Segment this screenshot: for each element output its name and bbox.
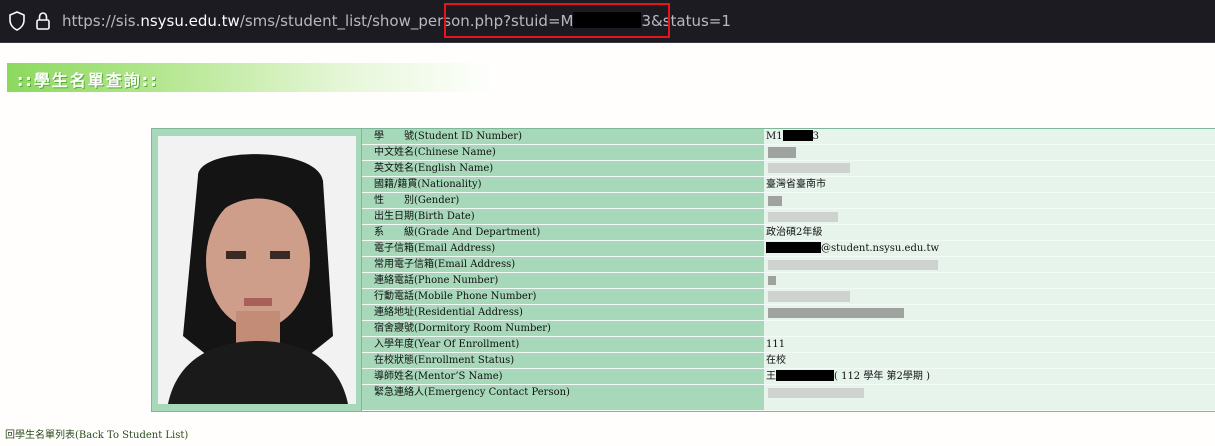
- field-value: [764, 193, 1215, 208]
- field-row: 常用電子信箱(Email Address): [362, 257, 1215, 273]
- field-value: [764, 273, 1215, 288]
- field-value: @student.nsysu.edu.tw: [764, 241, 1215, 256]
- redaction-block: [776, 370, 834, 381]
- field-row: 導師姓名(Mentor’S Name) 王( 112 學年 第2學期 ): [362, 369, 1215, 385]
- field-label: 出生日期(Birth Date): [362, 209, 764, 224]
- blurred-value: [768, 212, 838, 222]
- field-value: [764, 385, 1215, 410]
- field-row: 國籍/籍貫(Nationality) 臺灣省臺南市: [362, 177, 1215, 193]
- field-row: 緊急連絡人(Emergency Contact Person): [362, 385, 1215, 411]
- field-value: [764, 209, 1215, 224]
- redaction-block: [766, 242, 821, 253]
- field-row: 性 別(Gender): [362, 193, 1215, 209]
- lock-icon[interactable]: [35, 11, 51, 31]
- field-value: 臺灣省臺南市: [764, 177, 1215, 192]
- field-value: 王( 112 學年 第2學期 ): [764, 369, 1215, 384]
- field-value: [764, 321, 1215, 336]
- field-label: 電子信箱(Email Address): [362, 241, 764, 256]
- field-value: [764, 145, 1215, 160]
- field-value: [764, 257, 1215, 272]
- page-header-banner: ::學生名單查詢::: [7, 63, 497, 92]
- field-label: 性 別(Gender): [362, 193, 764, 208]
- field-label: 連絡電話(Phone Number): [362, 273, 764, 288]
- field-row: 入學年度(Year Of Enrollment) 111: [362, 337, 1215, 353]
- field-label: 緊急連絡人(Emergency Contact Person): [362, 385, 764, 410]
- field-label: 系 級(Grade And Department): [362, 225, 764, 240]
- field-row: 連絡電話(Phone Number): [362, 273, 1215, 289]
- field-row: 行動電話(Mobile Phone Number): [362, 289, 1215, 305]
- field-label: 導師姓名(Mentor’S Name): [362, 369, 764, 384]
- blurred-value: [768, 388, 864, 398]
- field-row: 連絡地址(Residential Address): [362, 305, 1215, 321]
- field-label: 學 號(Student ID Number): [362, 129, 764, 144]
- field-row: 系 級(Grade And Department) 政治碩2年級: [362, 225, 1215, 241]
- blurred-value: [768, 308, 904, 318]
- blurred-value: [768, 196, 782, 206]
- back-to-student-list-link[interactable]: 回學生名單列表(Back To Student List): [5, 426, 188, 441]
- field-row: 出生日期(Birth Date): [362, 209, 1215, 225]
- highlight-box: [444, 3, 670, 38]
- field-value: [764, 289, 1215, 304]
- blurred-value: [768, 291, 850, 302]
- page-title: ::學生名單查詢::: [17, 71, 159, 90]
- field-value: 在校: [764, 353, 1215, 368]
- field-label: 入學年度(Year Of Enrollment): [362, 337, 764, 352]
- shield-icon[interactable]: [8, 11, 26, 31]
- redaction-block: [782, 130, 813, 141]
- field-row: 中文姓名(Chinese Name): [362, 145, 1215, 161]
- field-label: 英文姓名(English Name): [362, 161, 764, 176]
- blurred-value: [768, 260, 938, 270]
- field-label: 中文姓名(Chinese Name): [362, 145, 764, 160]
- field-value: M1 3: [764, 129, 1215, 144]
- field-label: 連絡地址(Residential Address): [362, 305, 764, 320]
- field-row: 電子信箱(Email Address) @student.nsysu.edu.t…: [362, 241, 1215, 257]
- field-label: 在校狀態(Enrollment Status): [362, 353, 764, 368]
- field-value: 111: [764, 337, 1215, 352]
- blurred-value: [768, 163, 850, 173]
- browser-address-bar[interactable]: https://sis.nsysu.edu.tw/sms/student_lis…: [0, 0, 1215, 43]
- field-value: 政治碩2年級: [764, 225, 1215, 240]
- field-value: [764, 305, 1215, 320]
- field-row: 宿舍寢號(Dormitory Room Number): [362, 321, 1215, 337]
- field-label: 宿舍寢號(Dormitory Room Number): [362, 321, 764, 336]
- field-row: 英文姓名(English Name): [362, 161, 1215, 177]
- field-value: [764, 161, 1215, 176]
- field-label: 行動電話(Mobile Phone Number): [362, 289, 764, 304]
- field-row: 學 號(Student ID Number) M1 3: [362, 129, 1215, 145]
- blurred-value: [768, 276, 776, 285]
- field-label: 常用電子信箱(Email Address): [362, 257, 764, 272]
- student-profile-table: 學 號(Student ID Number) M1 3 中文姓名(Chinese …: [151, 128, 1215, 412]
- student-photo: [158, 136, 356, 404]
- field-label: 國籍/籍貫(Nationality): [362, 177, 764, 192]
- blurred-value: [768, 147, 796, 158]
- field-row: 在校狀態(Enrollment Status) 在校: [362, 353, 1215, 369]
- photo-cell: [152, 129, 362, 411]
